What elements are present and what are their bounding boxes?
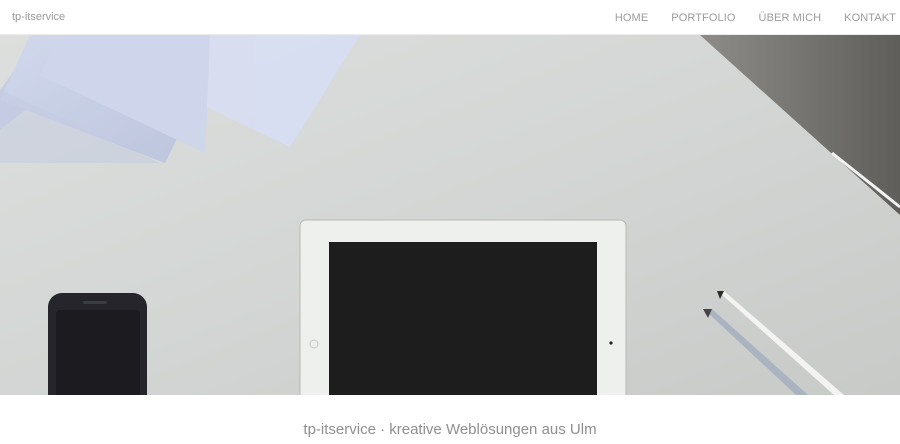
nav-link-kontakt[interactable]: KONTAKT: [844, 12, 896, 24]
nav-link-portfolio[interactable]: PORTFOLIO: [671, 12, 735, 24]
site-tagline: tp-itservice · kreative Weblösungen aus …: [303, 421, 597, 438]
desk-photo-illustration: [0, 35, 900, 395]
smartphone: [48, 293, 147, 395]
nav-link-ueber-mich[interactable]: ÜBER MICH: [759, 12, 822, 24]
hero-image: [0, 35, 900, 395]
tablet: [299, 219, 627, 395]
brand-link[interactable]: tp-itservice: [12, 11, 65, 23]
nav-link-home[interactable]: HOME: [615, 12, 648, 24]
top-navbar: tp-itservice HOME PORTFOLIO ÜBER MICH KO…: [0, 0, 900, 35]
main-nav: HOME PORTFOLIO ÜBER MICH KONTAKT: [615, 0, 900, 35]
